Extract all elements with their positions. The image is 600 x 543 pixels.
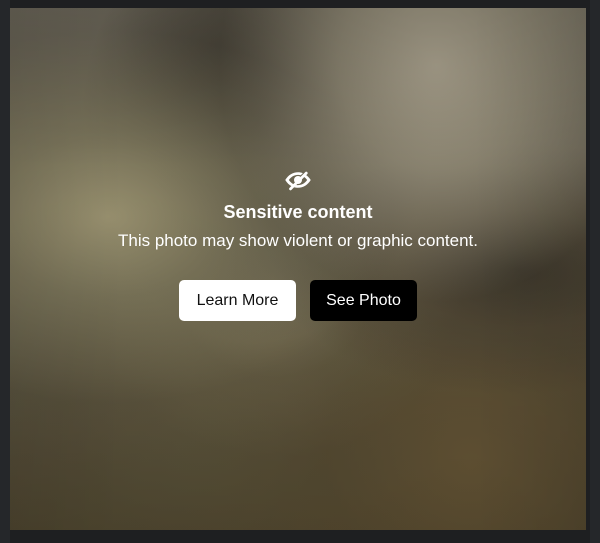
sensitive-content-actions: Learn More See Photo <box>10 279 586 321</box>
sensitive-content-title: Sensitive content <box>223 202 373 222</box>
see-photo-button[interactable]: See Photo <box>310 279 417 321</box>
sensitive-content-message: This photo may show violent or graphic c… <box>117 230 479 250</box>
eye-slash-icon <box>285 171 311 191</box>
sensitive-content-panel: Sensitive content This photo may show vi… <box>10 165 586 321</box>
blurred-photo-card: Sensitive content This photo may show vi… <box>10 8 586 530</box>
viewer-frame: Sensitive content This photo may show vi… <box>0 0 600 543</box>
learn-more-button[interactable]: Learn More <box>179 279 296 321</box>
